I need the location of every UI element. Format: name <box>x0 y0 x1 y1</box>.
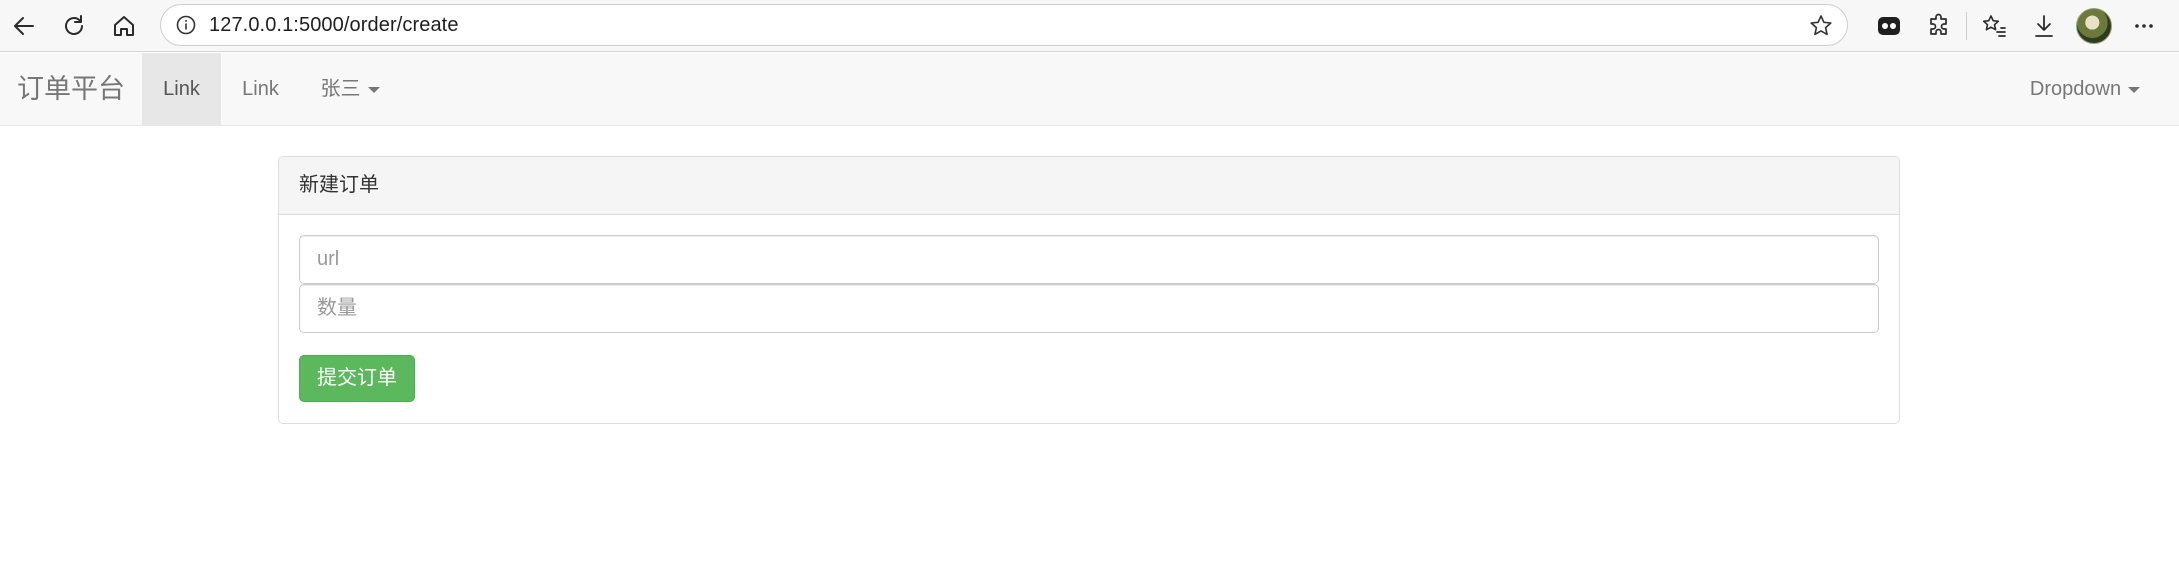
nav-link-2[interactable]: Link <box>221 53 300 125</box>
favorites-icon[interactable] <box>1969 4 2019 48</box>
more-options-icon[interactable] <box>2119 4 2169 48</box>
back-icon[interactable] <box>2 4 46 48</box>
site-info-icon[interactable] <box>173 12 199 38</box>
nav-right-dropdown-label: Dropdown <box>2029 78 2122 100</box>
address-bar[interactable]: 127.0.0.1:5000/order/create <box>160 4 1848 46</box>
app-navbar: 订单平台 Link Link 张三 Dropdown <box>0 53 2179 126</box>
nav-link-1-label: Link <box>163 78 200 100</box>
nav-link-2-label: Link <box>242 78 279 100</box>
extensions-puzzle-icon[interactable] <box>1914 4 1964 48</box>
new-order-panel: 新建订单 提交订单 <box>278 156 1900 424</box>
submit-order-button[interactable]: 提交订单 <box>299 355 415 402</box>
nav-link-1[interactable]: Link <box>142 53 221 125</box>
favorite-star-icon[interactable] <box>1807 12 1835 40</box>
panel-title: 新建订单 <box>279 157 1899 215</box>
browser-tools <box>1864 4 2169 48</box>
download-icon[interactable] <box>2019 4 2069 48</box>
address-url[interactable]: 127.0.0.1:5000/order/create <box>209 14 459 37</box>
extension-icon[interactable] <box>1864 4 1914 48</box>
browser-toolbar: 127.0.0.1:5000/order/create <box>0 0 2179 52</box>
nav-right-dropdown[interactable]: Dropdown <box>2010 53 2160 125</box>
refresh-icon[interactable] <box>52 4 96 48</box>
toolbar-divider <box>1966 12 1967 40</box>
avatar <box>2076 8 2112 44</box>
navbar-brand[interactable]: 订单平台 <box>17 53 125 125</box>
nav-user-label: 张三 <box>320 78 361 100</box>
url-input[interactable] <box>299 235 1879 284</box>
nav-user-dropdown[interactable]: 张三 <box>300 53 400 125</box>
quantity-input[interactable] <box>299 284 1879 333</box>
home-icon[interactable] <box>102 4 146 48</box>
profile-avatar[interactable] <box>2069 4 2119 48</box>
chevron-down-icon <box>367 86 380 93</box>
chevron-down-icon <box>2128 86 2141 93</box>
